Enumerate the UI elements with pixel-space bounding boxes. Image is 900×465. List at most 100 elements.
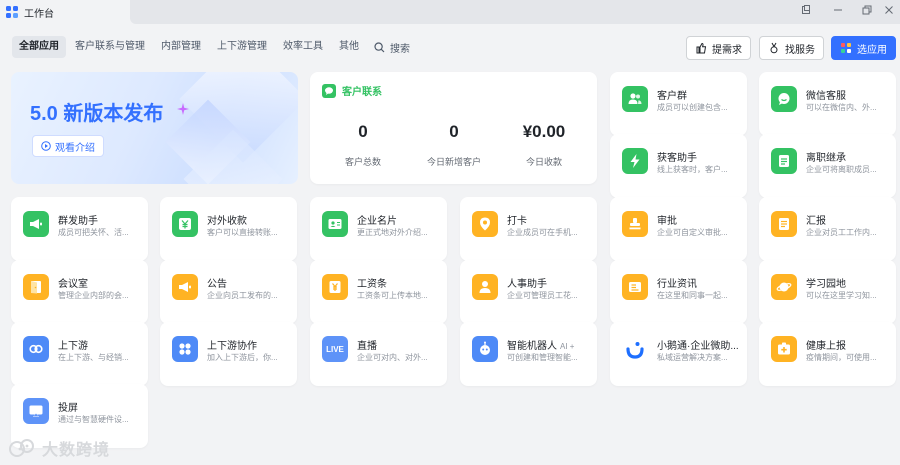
app-name: 打卡	[507, 216, 527, 227]
find-service-label: 找服务	[785, 44, 815, 56]
app-tile-payslip[interactable]: 工资条 工资条可上传本地...	[310, 260, 447, 324]
app-desc: 企业向员工发布的...	[207, 291, 278, 300]
ai-badge: AI +	[560, 342, 575, 351]
app-tile-resignation-inherit[interactable]: 离职继承 企业可将离职成员...	[759, 134, 896, 198]
app-desc: 通过与智慧硬件设...	[58, 415, 129, 424]
app-desc: 企业可自定义审批...	[657, 228, 728, 237]
app-desc: 可以在这里学习知...	[806, 291, 877, 300]
robot-icon	[472, 336, 498, 362]
app-tile-smart-robot[interactable]: 智能机器人 AI + 可创建和管理智能...	[460, 322, 597, 386]
search-button[interactable]: 搜索	[368, 36, 416, 58]
app-tile-meeting-room[interactable]: 会议室 管理企业内部的会...	[11, 260, 148, 324]
app-tile-live[interactable]: LIVE 直播 企业可对内、对外...	[310, 322, 447, 386]
stat-value: 0	[449, 122, 459, 141]
app-name: 审批	[657, 216, 677, 227]
app-tile-acquisition-assistant[interactable]: 获客助手 线上获客时，客户...	[610, 134, 747, 198]
app-desc: 企业成员可在手机...	[507, 228, 578, 237]
medal-icon	[770, 42, 778, 54]
app-name: 人事助手	[507, 279, 547, 290]
category-tabs: 全部应用 客户联系与管理 内部管理 上下游管理 效率工具 其他 搜索	[12, 36, 416, 58]
app-tile-mass-messaging[interactable]: 群发助手 成员可把关怀、活...	[11, 197, 148, 261]
app-desc: 工资条可上传本地...	[357, 291, 428, 300]
stat-revenue-today: ¥0.00 今日收款	[499, 122, 589, 168]
app-name: 汇报	[806, 216, 826, 227]
stat-value: 0	[358, 122, 368, 141]
app-tile-customer-group[interactable]: 客户群 成员可以创建包含...	[610, 72, 747, 136]
app-desc: 可以在微信内、外...	[806, 103, 877, 112]
close-icon[interactable]	[880, 3, 898, 21]
app-tile-check-in[interactable]: 打卡 企业成员可在手机...	[460, 197, 597, 261]
minimize-icon[interactable]	[829, 3, 847, 21]
app-tile-learning-garden[interactable]: 学习园地 可以在这里学习知...	[759, 260, 896, 324]
app-tile-upstream-downstream[interactable]: 上下游 在上下游、与经销...	[11, 322, 148, 386]
app-tile-wechat-service[interactable]: 微信客服 可以在微信内、外...	[759, 72, 896, 136]
app-tile-upstream-collaboration[interactable]: 上下游协作 加入上下游后，你...	[160, 322, 297, 386]
app-desc: 在上下游、与经销...	[58, 353, 129, 362]
grid-icon	[172, 336, 198, 362]
stat-total-customers: 0 客户总数	[318, 122, 408, 168]
search-icon	[374, 41, 385, 52]
app-name: 微信客服	[806, 91, 846, 102]
customer-contact-card[interactable]: 客户联系 0 客户总数 0 今日新增客户 ¥0.00 今日收款	[310, 72, 597, 184]
app-name: 小鹅通·企业微助...	[657, 341, 739, 352]
megaphone-icon	[23, 211, 49, 237]
app-tile-industry-news[interactable]: 行业资讯 在这里和同事一起...	[610, 260, 747, 324]
apps-icon	[841, 43, 851, 53]
tab-upstream-downstream[interactable]: 上下游管理	[210, 36, 274, 58]
app-name: 离职继承	[806, 153, 846, 164]
release-banner[interactable]: 5.0 新版本发布 观看介绍	[11, 72, 298, 184]
app-name: 行业资讯	[657, 279, 697, 290]
tab-customer-contact[interactable]: 客户联系与管理	[68, 36, 152, 58]
app-name: 直播	[357, 341, 377, 352]
app-tile-external-payment[interactable]: 对外收款 客户可以直接转账...	[160, 197, 297, 261]
app-name: 群发助手	[58, 216, 98, 227]
select-app-label: 选应用	[857, 44, 887, 56]
restore-icon[interactable]	[858, 3, 876, 21]
app-desc: 成员可以创建包含...	[657, 103, 728, 112]
stat-value: ¥0.00	[522, 122, 566, 141]
pin-window-icon[interactable]	[797, 3, 815, 21]
yen-icon	[172, 211, 198, 237]
request-icon	[696, 42, 707, 54]
app-name: 企业名片	[357, 216, 397, 227]
cast-icon	[23, 398, 49, 424]
tab-all-apps[interactable]: 全部应用	[12, 36, 66, 58]
app-name: 会议室	[58, 279, 88, 290]
tab-efficiency-tools[interactable]: 效率工具	[276, 36, 330, 58]
app-tile-health-report[interactable]: 健康上报 疫情期间，可使用...	[759, 322, 896, 386]
lightning-icon	[622, 148, 648, 174]
app-tile-xiaoetong[interactable]: 小鹅通·企业微助... 私域运营解决方案...	[610, 322, 747, 386]
app-name: 智能机器人 AI +	[507, 337, 574, 352]
watch-intro-label: 观看介绍	[55, 142, 95, 154]
stat-label: 客户总数	[344, 157, 381, 167]
app-tile-business-card[interactable]: 企业名片 更正式地对外介绍...	[310, 197, 447, 261]
app-name: 对外收款	[207, 216, 247, 227]
request-button[interactable]: 提需求	[686, 36, 751, 60]
find-service-button[interactable]: 找服务	[759, 36, 824, 60]
watermark: 大数跨境	[8, 436, 110, 460]
stat-label: 今日新增客户	[426, 157, 481, 167]
app-desc: 疫情期间，可使用...	[806, 353, 877, 362]
app-name-text: 智能机器人	[507, 341, 557, 352]
workbench-logo-icon	[6, 6, 18, 18]
watch-intro-button[interactable]: 观看介绍	[32, 135, 104, 157]
card-icon	[322, 211, 348, 237]
app-tile-hr-assistant[interactable]: 人事助手 企业可管理员工花...	[460, 260, 597, 324]
app-tile-approval[interactable]: 审批 企业可自定义审批...	[610, 197, 747, 261]
app-desc: 企业可管理员工花...	[507, 291, 578, 300]
app-name: 获客助手	[657, 153, 697, 164]
title-bar-drag-area[interactable]	[130, 0, 900, 24]
app-desc: 管理企业内部的会...	[58, 291, 129, 300]
watermark-text: 大数跨境	[42, 442, 111, 459]
tab-internal-management[interactable]: 内部管理	[154, 36, 208, 58]
app-tile-announcement[interactable]: 公告 企业向员工发布的...	[160, 260, 297, 324]
app-tile-report[interactable]: 汇报 企业对员工工作内...	[759, 197, 896, 261]
app-name: 健康上报	[806, 341, 846, 352]
app-desc: 成员可把关怀、活...	[58, 228, 129, 237]
app-desc: 私域运营解决方案...	[657, 353, 728, 362]
chat-icon	[771, 86, 797, 112]
health-icon	[771, 336, 797, 362]
select-app-button[interactable]: 选应用	[831, 36, 896, 60]
tab-others[interactable]: 其他	[332, 36, 366, 58]
play-icon	[41, 141, 51, 151]
